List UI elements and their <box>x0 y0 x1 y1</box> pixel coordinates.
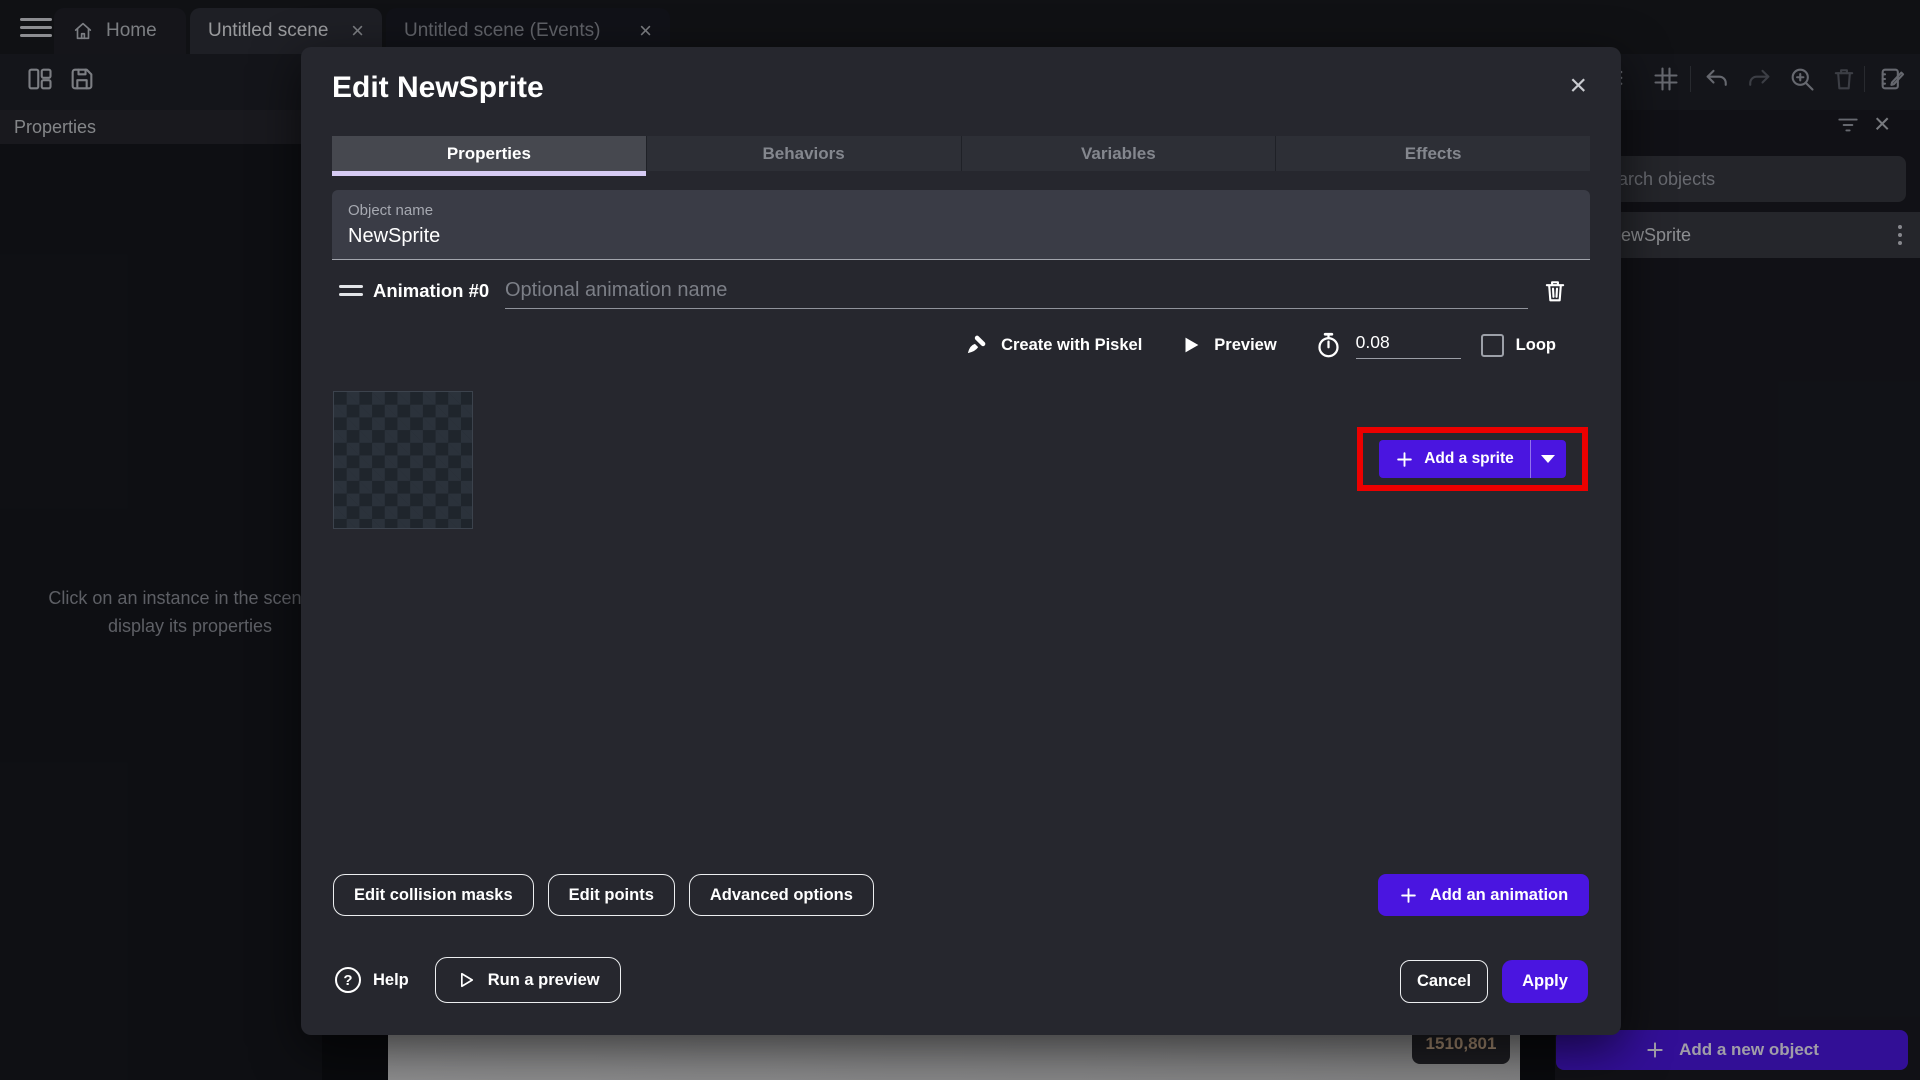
close-dialog-icon[interactable]: × <box>1569 69 1587 103</box>
tab-behaviors[interactable]: Behaviors <box>646 136 961 171</box>
plus-icon <box>1399 886 1418 905</box>
caret-down-icon <box>1541 455 1555 463</box>
object-name-input[interactable] <box>348 225 1574 248</box>
apply-button[interactable]: Apply <box>1502 960 1588 1003</box>
sprite-frame-placeholder[interactable] <box>333 391 473 529</box>
stopwatch-icon <box>1315 332 1342 359</box>
delete-animation-icon[interactable] <box>1541 277 1569 305</box>
edit-points-button[interactable]: Edit points <box>548 874 675 916</box>
play-icon <box>1180 334 1202 356</box>
tab-variables[interactable]: Variables <box>961 136 1276 171</box>
dialog-title: Edit NewSprite <box>332 71 544 105</box>
loop-checkbox[interactable] <box>1481 334 1504 357</box>
edit-collision-masks-button[interactable]: Edit collision masks <box>333 874 534 916</box>
tutorial-highlight-box: Add a sprite <box>1357 427 1588 491</box>
tab-effects[interactable]: Effects <box>1275 136 1590 171</box>
sprite-tools-row: Edit collision masks Edit points Advance… <box>333 874 874 916</box>
plus-icon <box>1395 450 1414 469</box>
animation-label: Animation #0 <box>373 280 489 302</box>
add-sprite-button[interactable]: Add a sprite <box>1379 440 1566 478</box>
time-between-frames-input[interactable] <box>1356 332 1461 359</box>
object-name-field[interactable]: Object name <box>332 190 1590 260</box>
create-with-piskel-button[interactable]: Create with Piskel <box>1001 336 1142 355</box>
gdevelop-app: Home Untitled scene × Untitled scene (Ev… <box>0 0 1920 1080</box>
edit-object-dialog: Edit NewSprite × Properties Behaviors Va… <box>301 47 1621 1035</box>
add-sprite-dropdown[interactable] <box>1530 440 1566 478</box>
dialog-tabs: Properties Behaviors Variables Effects <box>332 136 1590 176</box>
advanced-options-button[interactable]: Advanced options <box>689 874 874 916</box>
add-sprite-main[interactable]: Add a sprite <box>1379 440 1530 478</box>
play-outline-icon <box>456 970 476 990</box>
help-icon: ? <box>335 967 361 993</box>
object-name-field-label: Object name <box>348 202 1574 219</box>
brush-icon <box>963 332 989 358</box>
help-button[interactable]: ? Help <box>335 967 409 993</box>
run-preview-button[interactable]: Run a preview <box>435 957 621 1003</box>
cancel-button[interactable]: Cancel <box>1400 960 1488 1003</box>
add-animation-button[interactable]: Add an animation <box>1378 874 1589 916</box>
animation-controls: Create with Piskel Preview Loop <box>963 329 1556 361</box>
drag-handle-icon[interactable] <box>339 285 363 301</box>
dialog-footer-left: ? Help Run a preview <box>335 957 621 1003</box>
tab-properties[interactable]: Properties <box>332 136 646 171</box>
dialog-footer-right: Cancel Apply <box>1400 960 1588 1003</box>
preview-button[interactable]: Preview <box>1214 336 1276 355</box>
animation-name-input[interactable] <box>505 273 1528 309</box>
loop-label: Loop <box>1516 336 1556 355</box>
animation-row: Animation #0 <box>332 273 1590 313</box>
